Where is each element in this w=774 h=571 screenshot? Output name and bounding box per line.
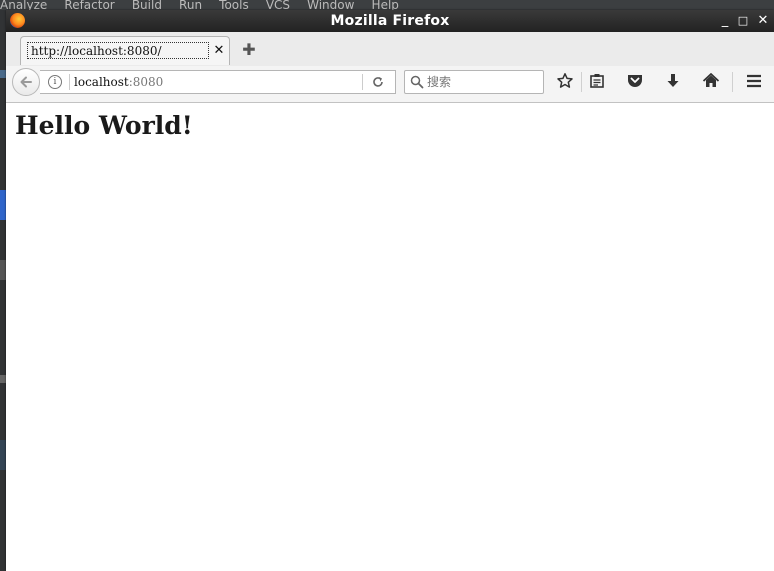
page-content: Hello World! [6, 103, 774, 571]
back-button[interactable] [12, 68, 40, 96]
downloads-button[interactable] [662, 72, 684, 92]
back-arrow-icon [20, 76, 32, 88]
background-ide-menubar: Analyze Refactor Build Run Tools VCS Win… [0, 0, 774, 10]
ide-menu-vcs: VCS [265, 0, 291, 10]
ide-menu-build: Build [131, 0, 162, 10]
new-tab-button[interactable]: ✚ [240, 41, 258, 59]
pocket-button[interactable] [624, 72, 646, 92]
home-button[interactable] [700, 72, 722, 92]
download-arrow-icon [667, 74, 679, 87]
reload-icon[interactable] [370, 74, 386, 90]
pocket-icon [628, 75, 642, 87]
star-icon [557, 73, 573, 88]
url-host: localhost [74, 75, 129, 89]
url-text[interactable]: localhost:8080 [74, 71, 163, 93]
magnifier-icon [410, 75, 424, 89]
url-separator [69, 74, 70, 90]
window-titlebar[interactable]: Mozilla Firefox _ □ ✕ [6, 10, 774, 32]
url-bar[interactable]: i localhost:8080 [40, 70, 396, 94]
search-bar[interactable]: 搜索 [404, 70, 544, 94]
bookmark-button[interactable] [554, 72, 576, 92]
navigation-toolbar: i localhost:8080 搜索 [6, 66, 774, 103]
url-port: :8080 [128, 75, 164, 89]
open-menu-button[interactable] [743, 72, 765, 92]
minimize-button[interactable]: _ [716, 10, 734, 32]
home-icon [702, 73, 720, 87]
ide-menu-analyze: Analyze [0, 0, 48, 10]
info-icon[interactable]: i [48, 75, 62, 89]
toolbar-separator-menu [732, 72, 733, 92]
tab-title: http://localhost:8080/ [27, 42, 209, 59]
tab-close-icon[interactable]: ✕ [212, 42, 226, 59]
window-title: Mozilla Firefox [330, 13, 450, 29]
ide-menu-help: Help [371, 0, 399, 10]
close-window-button[interactable]: ✕ [754, 10, 772, 32]
page-heading: Hello World! [15, 111, 193, 140]
ide-menu-tools: Tools [219, 0, 249, 10]
ide-menu-window: Window [307, 0, 355, 10]
maximize-button[interactable]: □ [734, 10, 752, 32]
ide-menu-refactor: Refactor [64, 0, 115, 10]
firefox-window: Mozilla Firefox _ □ ✕ http://localhost:8… [6, 10, 774, 571]
reading-list-button[interactable] [586, 72, 608, 92]
clipboard-icon [590, 74, 604, 88]
ide-menu-run: Run [179, 0, 203, 10]
tab-localhost[interactable]: http://localhost:8080/ ✕ [20, 36, 230, 65]
hamburger-icon [747, 74, 761, 88]
search-placeholder: 搜索 [427, 75, 452, 89]
toolbar-separator [581, 72, 582, 92]
url-separator-right [362, 74, 363, 90]
